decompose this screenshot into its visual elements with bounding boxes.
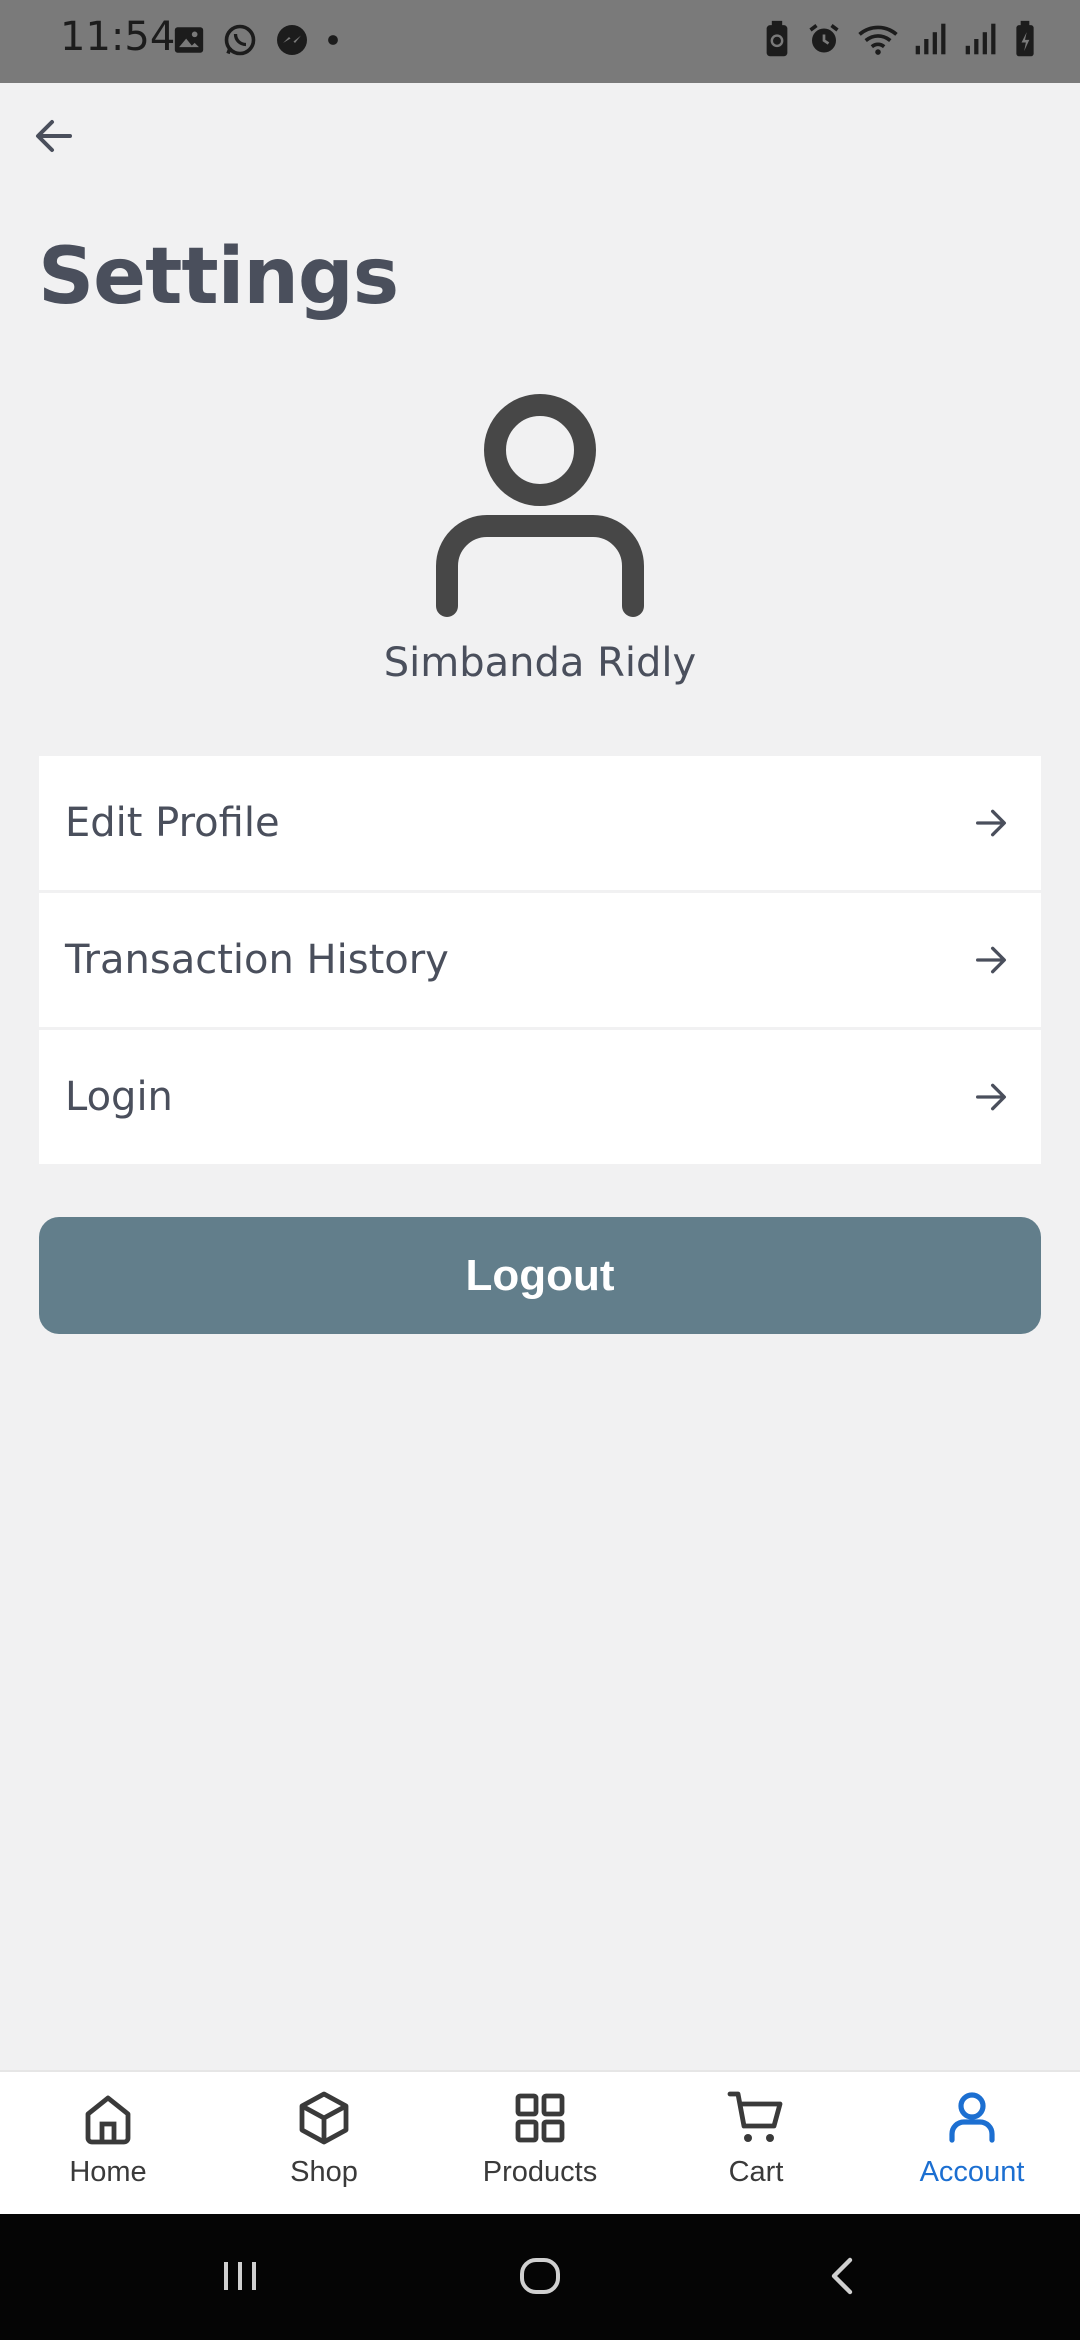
status-bar: 11:54 (0, 0, 1080, 83)
image-icon (174, 27, 204, 53)
logout-button[interactable]: Logout (39, 1217, 1041, 1334)
profile-name: Simbanda Ridly (383, 640, 697, 686)
menu-item-label: Edit Profile (65, 800, 280, 846)
menu-item-transaction-history[interactable]: Transaction History (39, 893, 1041, 1027)
user-icon (436, 394, 644, 617)
arrow-right-icon (976, 1083, 1006, 1111)
nav-label: Cart (728, 2156, 784, 2188)
cart-icon (727, 2091, 783, 2142)
settings-menu: Edit Profile Transaction History Login (39, 756, 1041, 1167)
menu-item-login[interactable]: Login (39, 1030, 1041, 1164)
system-nav-bar (0, 2214, 1080, 2340)
status-system-icons (764, 20, 1036, 58)
menu-item-edit-profile[interactable]: Edit Profile (39, 756, 1041, 890)
battery-charging-icon (1016, 20, 1034, 57)
menu-item-label: Transaction History (65, 937, 449, 983)
nav-item-cart[interactable]: Cart (648, 2072, 864, 2216)
back-chevron-icon[interactable] (820, 2252, 868, 2300)
box-icon (299, 2091, 349, 2145)
user-icon (949, 2092, 995, 2143)
bottom-nav: Home Shop Products Cart Account (0, 2070, 1080, 2216)
alarm-icon (809, 24, 839, 53)
status-notification-icons (172, 22, 340, 58)
signal-icon (915, 23, 946, 55)
arrow-left-icon[interactable] (30, 112, 78, 160)
recents-icon[interactable] (216, 2252, 264, 2300)
arrow-right-icon (976, 946, 1006, 974)
signal-icon (965, 23, 996, 55)
nav-label: Home (69, 2156, 147, 2188)
battery-saver-icon (766, 20, 788, 57)
arrow-right-icon (976, 809, 1006, 837)
grid-icon (515, 2093, 565, 2143)
nav-item-shop[interactable]: Shop (216, 2072, 432, 2216)
nav-item-home[interactable]: Home (0, 2072, 216, 2216)
wifi-icon (858, 25, 898, 55)
messenger-icon (277, 25, 307, 55)
home-icon (85, 2095, 131, 2145)
page-title: Settings (38, 232, 399, 322)
nav-label: Shop (290, 2156, 358, 2188)
home-circle-icon[interactable] (516, 2252, 564, 2300)
nav-label: Products (482, 2156, 598, 2188)
dot-icon (328, 35, 338, 45)
nav-label: Account (919, 2156, 1025, 2188)
status-time: 11:54 (60, 14, 176, 60)
whatsapp-icon (224, 24, 256, 56)
menu-item-label: Login (65, 1074, 173, 1120)
nav-item-account[interactable]: Account (864, 2072, 1080, 2216)
nav-item-products[interactable]: Products (432, 2072, 648, 2216)
